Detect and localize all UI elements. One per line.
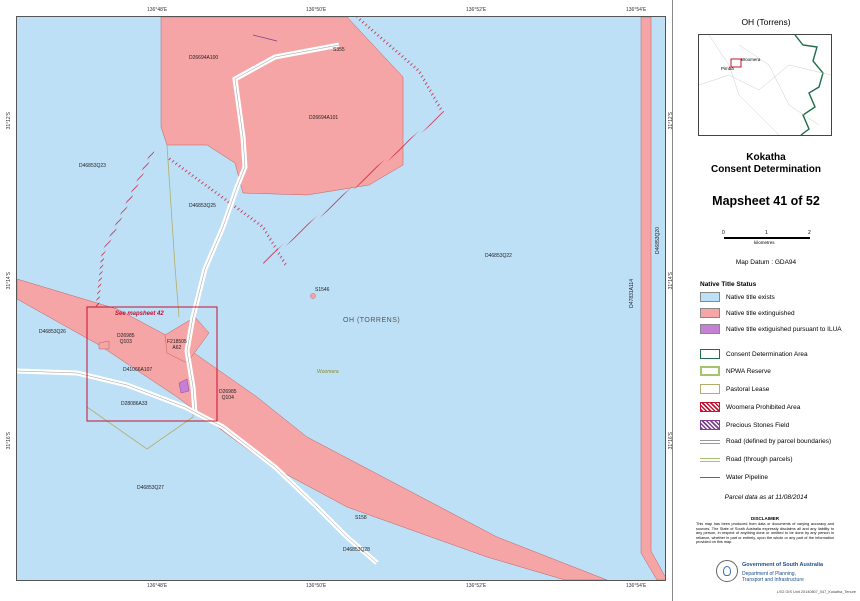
- parcel-label: D26985 Q104: [219, 389, 237, 401]
- gov-crest-icon: [723, 566, 731, 576]
- town-label: Woomera: [317, 369, 339, 375]
- inset-map[interactable]: Woomera Pimba: [698, 34, 832, 136]
- parcel-label: S158: [355, 515, 367, 521]
- map-datum: Map Datum : GDA94: [735, 259, 797, 266]
- parcel-label: D28086A33: [121, 401, 148, 407]
- coord-bottom-2: 136°50'E: [306, 583, 327, 589]
- parcel-label: D26694A100: [189, 55, 219, 61]
- legend-swatch: [700, 349, 720, 359]
- inset-town-pimba: Pimba: [721, 66, 734, 71]
- scale-bar: 0 1 2 kilometres: [722, 230, 811, 245]
- pastoral-line-2: [86, 389, 194, 450]
- coord-left-1: 31°12'S: [6, 112, 12, 130]
- legend-swatch: [700, 308, 720, 318]
- parcel-label: D26694A101: [309, 115, 339, 121]
- pastoral-line: [166, 144, 180, 318]
- legend-item-precious: Precious Stones Field: [700, 420, 789, 430]
- parcel-extinguished-east-strip: [640, 17, 665, 580]
- parcel-label: S355: [333, 47, 345, 53]
- see-mapsheet-label: See mapsheet 42: [115, 311, 164, 317]
- woomera-boundary-west: [95, 150, 155, 310]
- parcel-label: D41066A107: [123, 367, 153, 373]
- area-label: OH (TORRENS): [343, 317, 401, 324]
- legend-item-extinguished: Native title extinguished: [700, 308, 795, 318]
- legend-swatch: [700, 457, 720, 462]
- coord-top-2: 136°50'E: [306, 7, 327, 13]
- parcel-label: D46853Q20: [655, 227, 661, 254]
- coord-top-1: 136°48'E: [147, 7, 168, 13]
- legend-swatch: [700, 420, 720, 430]
- gov-name: Government of South Australia: [742, 562, 824, 568]
- parcel-label: D46853Q25: [189, 203, 216, 209]
- map-title: Kokatha Consent Determination: [710, 152, 821, 175]
- legend-item-consent: Consent Determination Area: [700, 349, 808, 359]
- map-frame[interactable]: 136°48'E D26694A100 S355 D26694A101 D468…: [16, 16, 666, 581]
- parcel-label: D46853Q28: [343, 547, 370, 553]
- inset-title: OH (Torrens): [741, 17, 791, 27]
- parcel-date: Parcel data as at 11/08/2014: [724, 494, 808, 501]
- gov-department: Department of Planning, Transport and In…: [742, 571, 804, 583]
- legend-swatch: [700, 324, 720, 334]
- legend-swatch: [700, 477, 720, 478]
- legend-item-road-parcel: Road (defined by parcel boundaries): [700, 438, 831, 445]
- parcel-label: D46853Q26: [39, 329, 66, 335]
- side-panel: OH (Torrens) Woomera Pimba Kokatha Conse…: [672, 0, 860, 601]
- coord-bottom-1: 136°48'E: [147, 583, 168, 589]
- legend-item-ilua: Native title extiguished pursuant to ILU…: [700, 324, 842, 334]
- legend-item-pipeline: Water Pipeline: [700, 474, 768, 481]
- parcel-label: D46853Q23: [79, 163, 106, 169]
- disclaimer-title: DISCLAIMER: [751, 516, 779, 521]
- coord-bottom-3: 136°52'E: [466, 583, 487, 589]
- legend-swatch: [700, 439, 720, 444]
- inset-map-canvas: [699, 35, 831, 135]
- coord-top-3: 136°52'E: [466, 7, 487, 13]
- legend-swatch: [700, 384, 720, 394]
- legend-title: Native Title Status: [700, 281, 757, 288]
- legend-item-pastoral: Pastoral Lease: [700, 384, 769, 394]
- map-canvas: [17, 17, 665, 580]
- coord-left-3: 31°16'S: [6, 432, 12, 450]
- legend-item-road-through: Road (through parcels): [700, 456, 792, 463]
- legend-swatch: [700, 366, 720, 376]
- parcel-label: D46853Q27: [137, 485, 164, 491]
- coord-top-4: 136°54'E: [626, 7, 647, 13]
- coord-bottom-4: 136°54'E: [626, 583, 647, 589]
- parcel-label: D47831A114: [629, 279, 635, 308]
- parcel-s1546-marker: [310, 293, 316, 299]
- legend-swatch: [700, 402, 720, 412]
- parcel-label: D26985 Q103: [117, 333, 135, 345]
- mapsheet-label: Mapsheet 41 of 52: [712, 194, 820, 208]
- gov-logo: [716, 560, 738, 582]
- legend-item-woomera: Woomera Prohibited Area: [700, 402, 800, 412]
- parcel-label: F218505 A62: [167, 339, 187, 351]
- coord-left-2: 31°14'S: [6, 272, 12, 290]
- legend-swatch: [700, 292, 720, 302]
- footer-ref: LSG GIS Unit 20140807_047_Kokatha_Tenure: [776, 590, 856, 594]
- legend-item-npwa: NPWA Reserve: [700, 366, 771, 376]
- disclaimer-text: This map has been produced from data or …: [696, 522, 834, 545]
- parcel-extinguished-north: [160, 17, 404, 196]
- parcel-label: D46853Q22: [485, 253, 512, 259]
- inset-town-woomera: Woomera: [741, 57, 761, 62]
- legend-item-exists: Native title exists: [700, 292, 775, 302]
- parcel-label: S1546: [315, 287, 330, 293]
- parcel-extinguished-diagonal: [17, 278, 608, 580]
